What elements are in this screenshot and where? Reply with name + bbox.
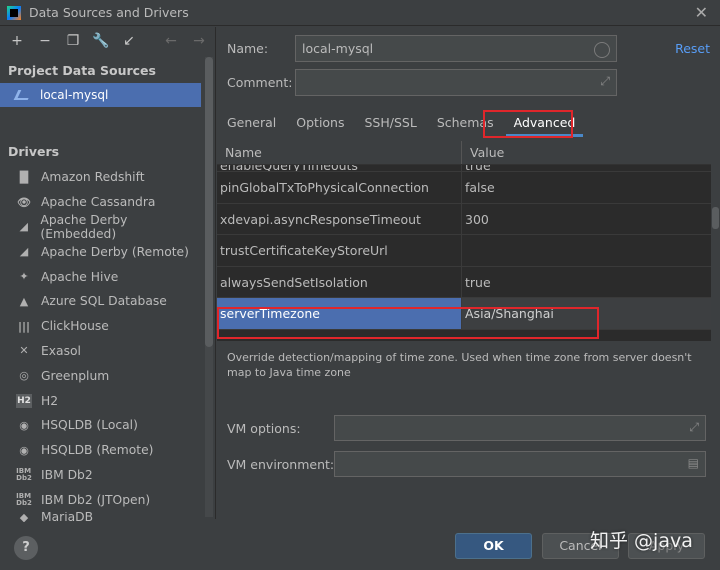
h2-icon: H2: [16, 393, 32, 408]
project-data-sources-title: Project Data Sources: [8, 63, 156, 78]
help-button[interactable]: ?: [14, 536, 38, 560]
table-row[interactable]: trustCertificateKeyStoreUrl: [217, 235, 711, 267]
server-timezone-highlight: [217, 307, 599, 339]
vm-options-field[interactable]: ⤢: [334, 415, 706, 441]
ibm-db2-icon: IBM Db2: [16, 466, 32, 482]
tab-general[interactable]: General: [217, 109, 286, 137]
driver-list: ▐▌ Amazon Redshift 👁 Apache Cassandra ◢ Apa…: [0, 165, 201, 522]
property-name: enableQueryTimeouts: [217, 165, 462, 171]
table-scrollbar[interactable]: [711, 141, 720, 341]
driver-item[interactable]: ◉ HSQLDB (Local): [0, 413, 201, 438]
property-value[interactable]: false: [462, 172, 711, 203]
driver-item[interactable]: ◆ MariaDB: [0, 512, 201, 522]
name-value: local-mysql: [302, 41, 374, 56]
ok-button[interactable]: OK: [455, 533, 532, 559]
property-name: xdevapi.asyncResponseTimeout: [217, 203, 462, 234]
property-name: trustCertificateKeyStoreUrl: [217, 235, 462, 266]
name-label: Name:: [227, 41, 269, 56]
data-source-local-mysql[interactable]: local-mysql: [0, 83, 201, 107]
table-header: Name Value: [217, 141, 711, 165]
property-value[interactable]: 300: [462, 204, 711, 235]
color-picker-icon[interactable]: [594, 42, 610, 58]
tab-options[interactable]: Options: [286, 109, 354, 137]
data-source-label: local-mysql: [40, 88, 109, 102]
table-row[interactable]: pinGlobalTxToPhysicalConnection false: [217, 172, 711, 204]
document-icon[interactable]: ▤: [688, 456, 699, 470]
title-bar: Data Sources and Drivers ✕: [0, 0, 720, 26]
mariadb-icon: ◆: [19, 512, 29, 523]
table-row[interactable]: xdevapi.asyncResponseTimeout 300: [217, 203, 711, 235]
hsqldb-icon: ◉: [19, 418, 29, 432]
intellij-app-icon: [7, 5, 21, 20]
tab-ssh-ssl[interactable]: SSH/SSL: [355, 109, 427, 137]
column-header-name[interactable]: Name: [217, 141, 462, 164]
property-value[interactable]: [462, 235, 711, 266]
azure-icon: ▲: [19, 294, 29, 308]
property-value[interactable]: true: [462, 165, 711, 171]
driver-item[interactable]: ||| ClickHouse: [0, 314, 201, 339]
forward-arrow-icon[interactable]: →: [190, 33, 208, 49]
add-icon[interactable]: +: [8, 33, 26, 49]
drivers-title: Drivers: [8, 144, 60, 159]
close-icon[interactable]: ✕: [695, 3, 708, 22]
redshift-icon: ▐▌: [15, 170, 33, 184]
hsqldb-icon: ◉: [19, 443, 29, 457]
property-name: pinGlobalTxToPhysicalConnection: [217, 172, 462, 203]
driver-item[interactable]: ◢ Apache Derby (Embedded): [0, 213, 201, 241]
cassandra-icon: 👁: [17, 195, 31, 209]
vm-environment-label: VM environment:: [227, 457, 335, 472]
wrench-icon[interactable]: 🔧: [92, 33, 110, 49]
driver-item[interactable]: ◢ Apache Derby (Remote): [0, 239, 201, 264]
column-header-value[interactable]: Value: [462, 141, 504, 164]
driver-item[interactable]: ▲ Azure SQL Database: [0, 289, 201, 314]
derby-icon: ◢: [19, 245, 29, 259]
driver-item[interactable]: ✕ Exasol: [0, 339, 201, 364]
comment-field[interactable]: ⤢: [295, 69, 617, 96]
property-value[interactable]: true: [462, 267, 711, 298]
advanced-tab-highlight: [483, 110, 573, 138]
mysql-icon: [13, 90, 33, 100]
sidebar-scrollbar-thumb[interactable]: [205, 57, 213, 347]
table-scrollbar-thumb[interactable]: [712, 207, 719, 229]
duplicate-icon[interactable]: ❐: [64, 33, 82, 49]
driver-item[interactable]: ◉ HSQLDB (Remote): [0, 438, 201, 463]
left-panel: + − ❐ 🔧 ↙ ← → Project Data Sources local…: [0, 27, 216, 522]
derby-icon: ◢: [19, 220, 28, 234]
exasol-icon: ✕: [19, 344, 29, 358]
remove-icon[interactable]: −: [36, 33, 54, 49]
sidebar-toolbar: + − ❐ 🔧 ↙ ← →: [0, 27, 215, 55]
driver-item[interactable]: H2 H2: [0, 388, 201, 413]
right-panel: Name: local-mysql Reset Comment: ⤢ Gener…: [217, 27, 720, 519]
driver-item[interactable]: 👁 Apache Cassandra: [0, 190, 201, 215]
back-arrow-icon[interactable]: ←: [162, 33, 180, 49]
clickhouse-icon: |||: [17, 319, 31, 333]
property-description: Override detection/mapping of time zone.…: [227, 351, 692, 379]
comment-label: Comment:: [227, 75, 293, 90]
table-row[interactable]: alwaysSendSetIsolation true: [217, 266, 711, 298]
driver-item[interactable]: IBM Db2 IBM Db2: [0, 463, 201, 488]
property-name: alwaysSendSetIsolation: [217, 266, 462, 297]
driver-item[interactable]: ▐▌ Amazon Redshift: [0, 165, 201, 190]
driver-item[interactable]: ✦ Apache Hive: [0, 264, 201, 289]
table-row[interactable]: enableQueryTimeouts true: [217, 165, 711, 172]
vm-environment-field[interactable]: ▤: [334, 451, 706, 477]
ibm-db2-icon: IBM Db2: [16, 491, 32, 507]
greenplum-icon: ◎: [19, 369, 29, 383]
expand-icon[interactable]: ⤢: [600, 74, 610, 89]
driver-item[interactable]: IBM Db2 IBM Db2 (JTOpen): [0, 487, 201, 512]
hive-icon: ✦: [19, 270, 29, 284]
reset-link[interactable]: Reset: [675, 41, 710, 56]
expand-icon[interactable]: ⤢: [689, 420, 699, 435]
vm-options-label: VM options:: [227, 421, 301, 436]
sidebar-scrollbar[interactable]: [205, 57, 213, 517]
name-field[interactable]: local-mysql: [295, 35, 617, 62]
watermark: 知乎 @java: [590, 530, 693, 552]
import-icon[interactable]: ↙: [120, 33, 138, 49]
window-title: Data Sources and Drivers: [29, 5, 189, 20]
driver-item[interactable]: ◎ Greenplum: [0, 363, 201, 388]
